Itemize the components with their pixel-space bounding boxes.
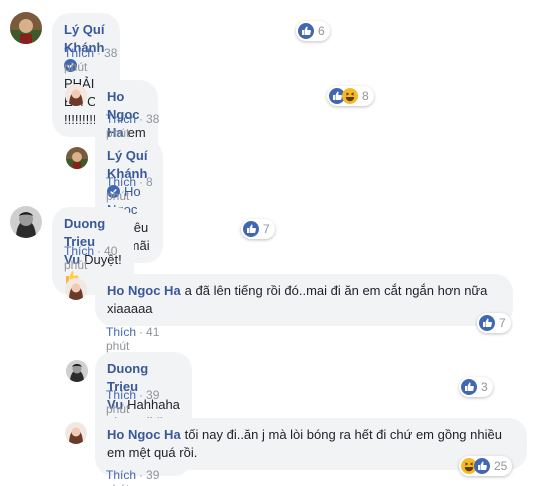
like-link[interactable]: Thích bbox=[106, 468, 136, 482]
reaction-summary[interactable]: 3 bbox=[459, 377, 493, 397]
like-icon bbox=[461, 379, 477, 395]
comment-meta: Thích·39 phút bbox=[106, 388, 160, 416]
comment-meta: Thích · 38 phút bbox=[64, 46, 118, 74]
reaction-count: 3 bbox=[481, 380, 488, 394]
reaction-count: 8 bbox=[362, 89, 369, 103]
like-icon bbox=[479, 315, 495, 331]
haha-icon bbox=[342, 88, 358, 104]
like-icon bbox=[243, 221, 259, 237]
reaction-summary[interactable]: 7 bbox=[477, 313, 511, 333]
like-link[interactable]: Thích bbox=[64, 244, 94, 258]
comment-meta: Thích · 38 phút bbox=[106, 112, 160, 140]
reaction-summary[interactable]: 25 bbox=[459, 456, 513, 476]
comment-bubble: Ho Ngoc Ha a đã lên tiếng rồi đó..mai đi … bbox=[95, 274, 513, 326]
reaction-summary[interactable]: 8 bbox=[327, 86, 374, 106]
like-link[interactable]: Thích bbox=[106, 175, 136, 189]
avatar[interactable] bbox=[10, 12, 42, 44]
like-link[interactable]: Thích bbox=[106, 112, 136, 126]
reaction-count: 7 bbox=[263, 222, 270, 236]
reaction-count: 7 bbox=[499, 316, 506, 330]
like-link[interactable]: Thích bbox=[64, 46, 94, 60]
comment-meta: Thích · 41 phút bbox=[106, 325, 160, 353]
reaction-count: 25 bbox=[494, 459, 508, 473]
avatar[interactable] bbox=[10, 206, 42, 238]
author-name[interactable]: Ho Ngoc Ha bbox=[107, 427, 181, 442]
reaction-summary[interactable]: 6 bbox=[296, 21, 330, 41]
like-link[interactable]: Thích bbox=[106, 388, 136, 402]
avatar[interactable] bbox=[66, 360, 88, 382]
author-name[interactable]: Ho Ngoc Ha bbox=[107, 283, 181, 298]
avatar[interactable] bbox=[65, 278, 87, 300]
reaction-summary[interactable]: 7 bbox=[241, 219, 275, 239]
comment-meta: Thích·39 phút bbox=[106, 468, 159, 486]
like-icon bbox=[474, 458, 490, 474]
like-icon bbox=[298, 23, 314, 39]
like-link[interactable]: Thích bbox=[106, 325, 136, 339]
reaction-count: 6 bbox=[318, 24, 325, 38]
avatar[interactable] bbox=[66, 147, 88, 169]
avatar[interactable] bbox=[65, 422, 87, 444]
comment-meta: Thích · 8 phút bbox=[106, 175, 153, 203]
comment-meta: Thích · 40 phút bbox=[64, 244, 118, 272]
avatar[interactable] bbox=[65, 84, 87, 106]
